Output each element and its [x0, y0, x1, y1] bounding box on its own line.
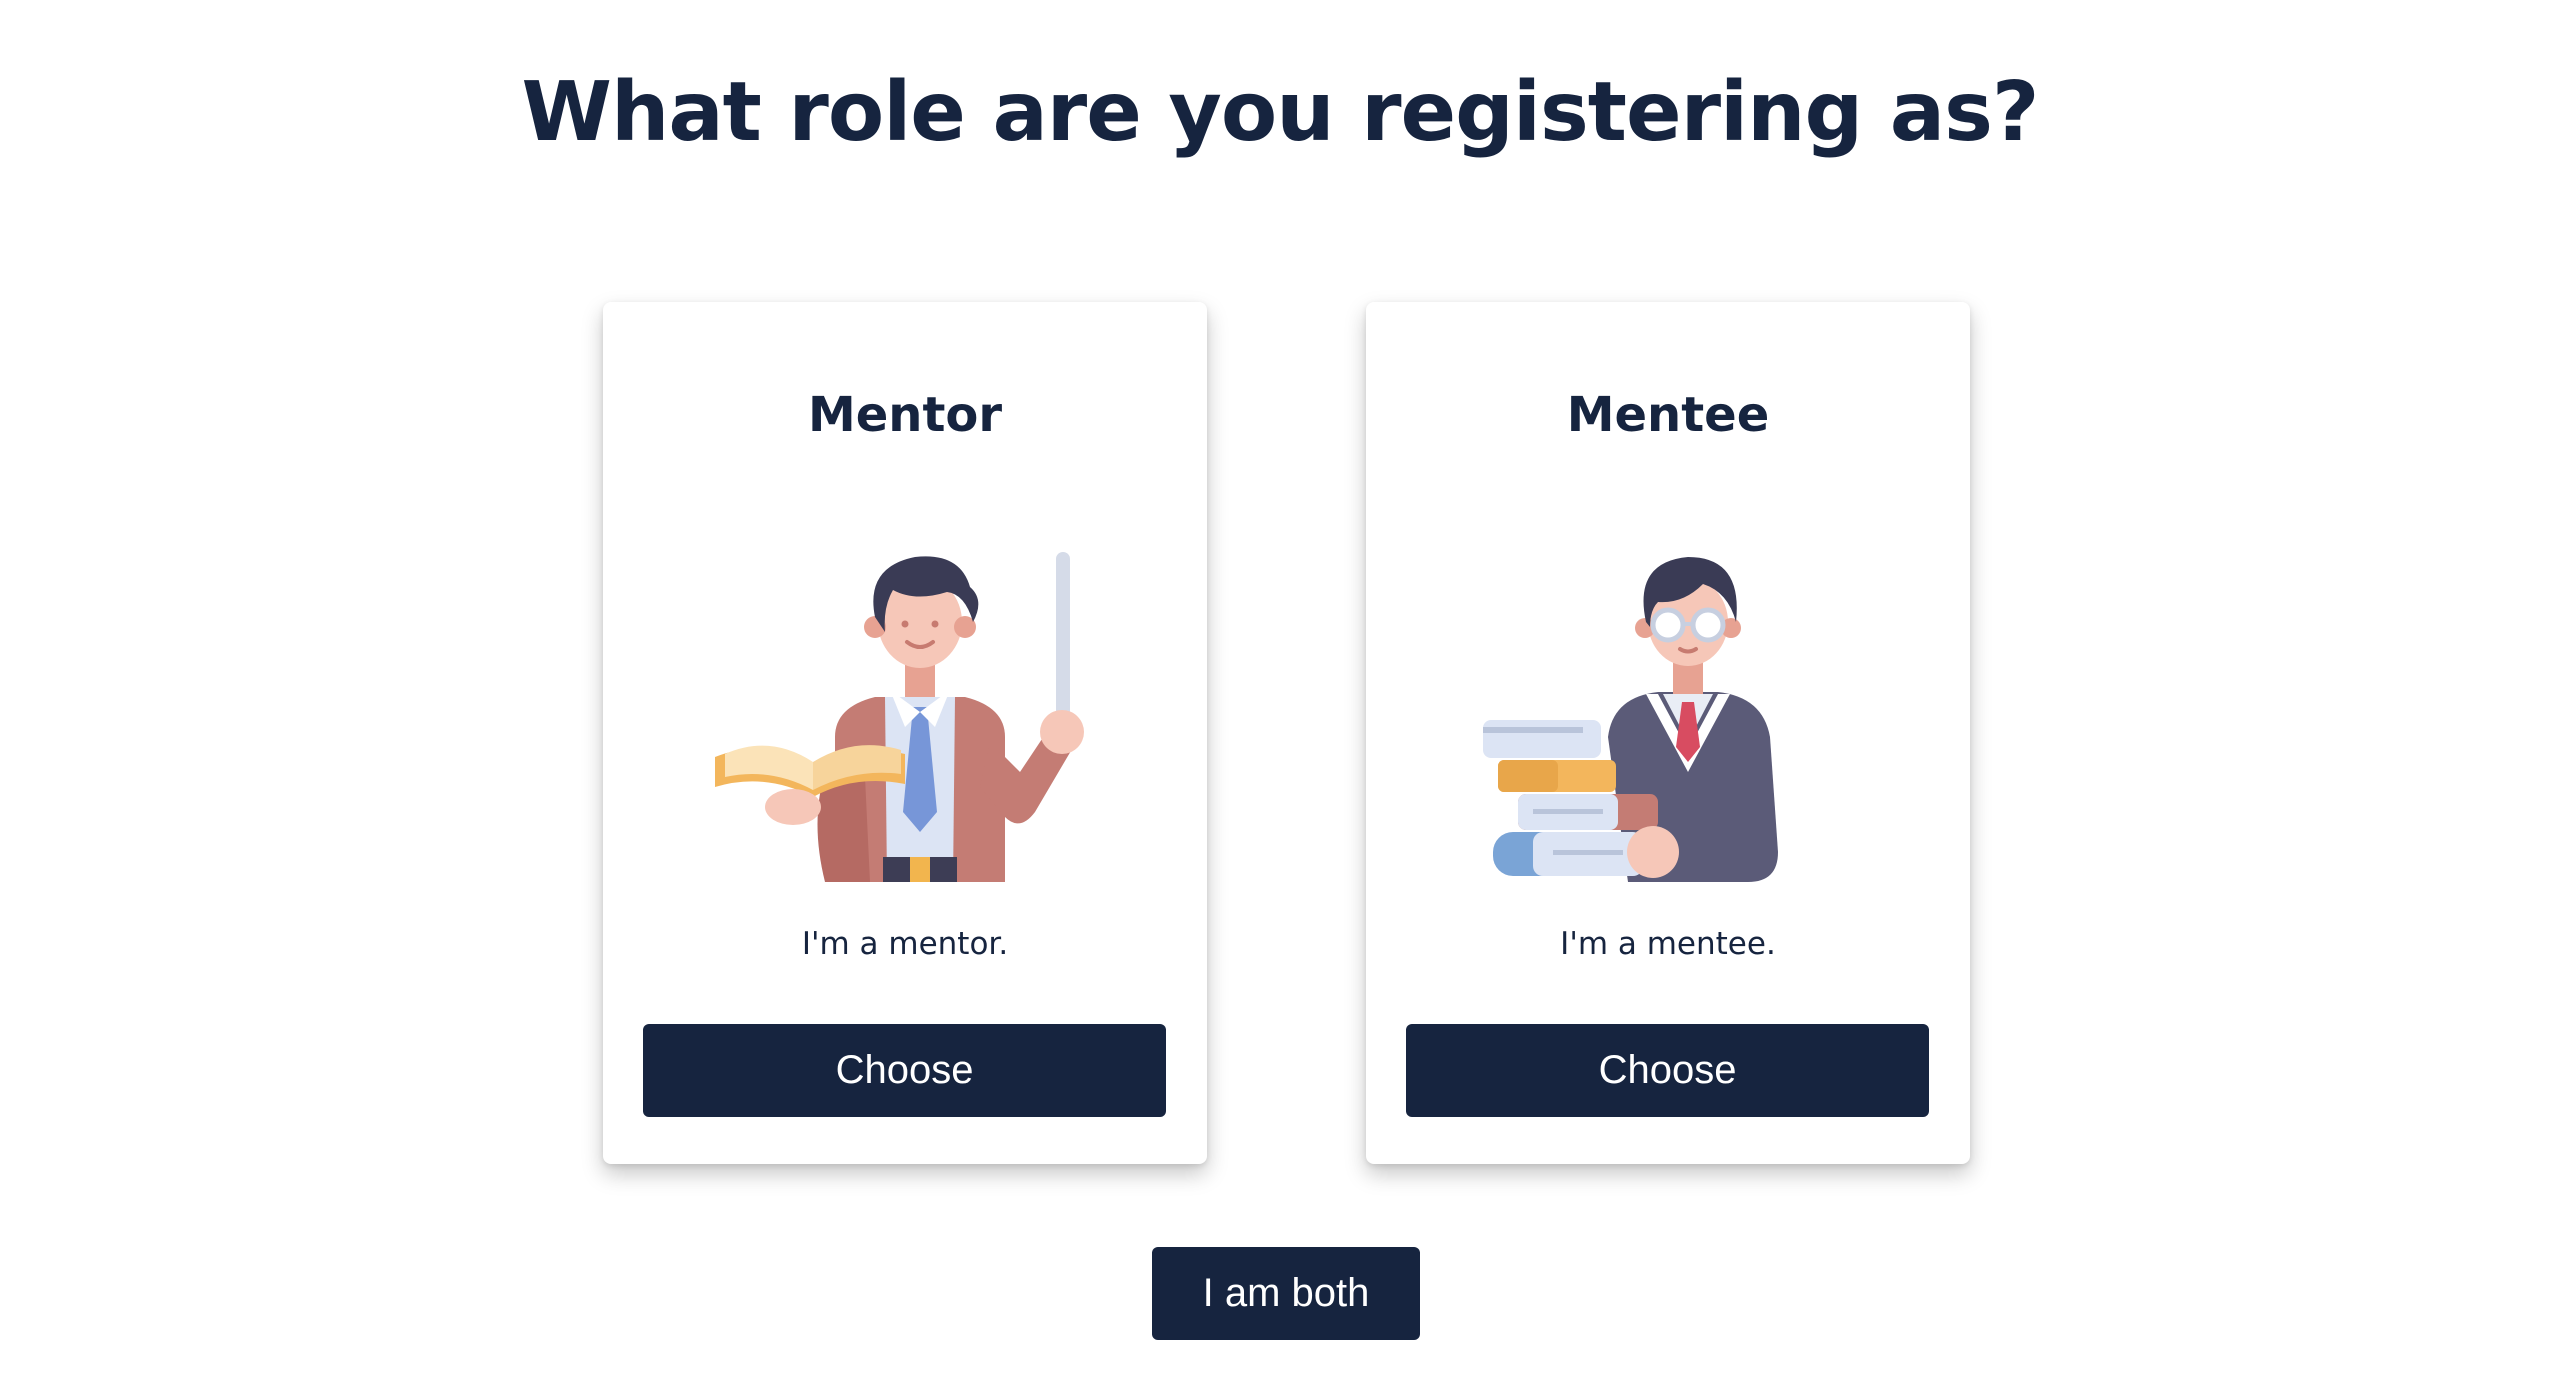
mentor-card-description: I'm a mentor. — [801, 926, 1009, 962]
teacher-icon — [715, 552, 1084, 882]
choose-mentor-button[interactable]: Choose — [643, 1024, 1166, 1117]
mentee-card: Mentee I'm a mentee. Choose — [1366, 302, 1970, 1164]
mentor-card: Mentor I'm a mentor. Choose — [603, 302, 1207, 1164]
choose-mentee-button[interactable]: Choose — [1406, 1024, 1929, 1117]
role-selection-page: What role are you registering as? Mentor — [0, 0, 2560, 1376]
page-title: What role are you registering as? — [521, 65, 2040, 160]
mentor-card-title: Mentor — [807, 387, 1003, 443]
i-am-both-button[interactable]: I am both — [1152, 1247, 1420, 1340]
mentee-card-title: Mentee — [1566, 387, 1770, 443]
student-icon — [1483, 557, 1778, 882]
mentee-card-description: I'm a mentee. — [1560, 926, 1776, 962]
